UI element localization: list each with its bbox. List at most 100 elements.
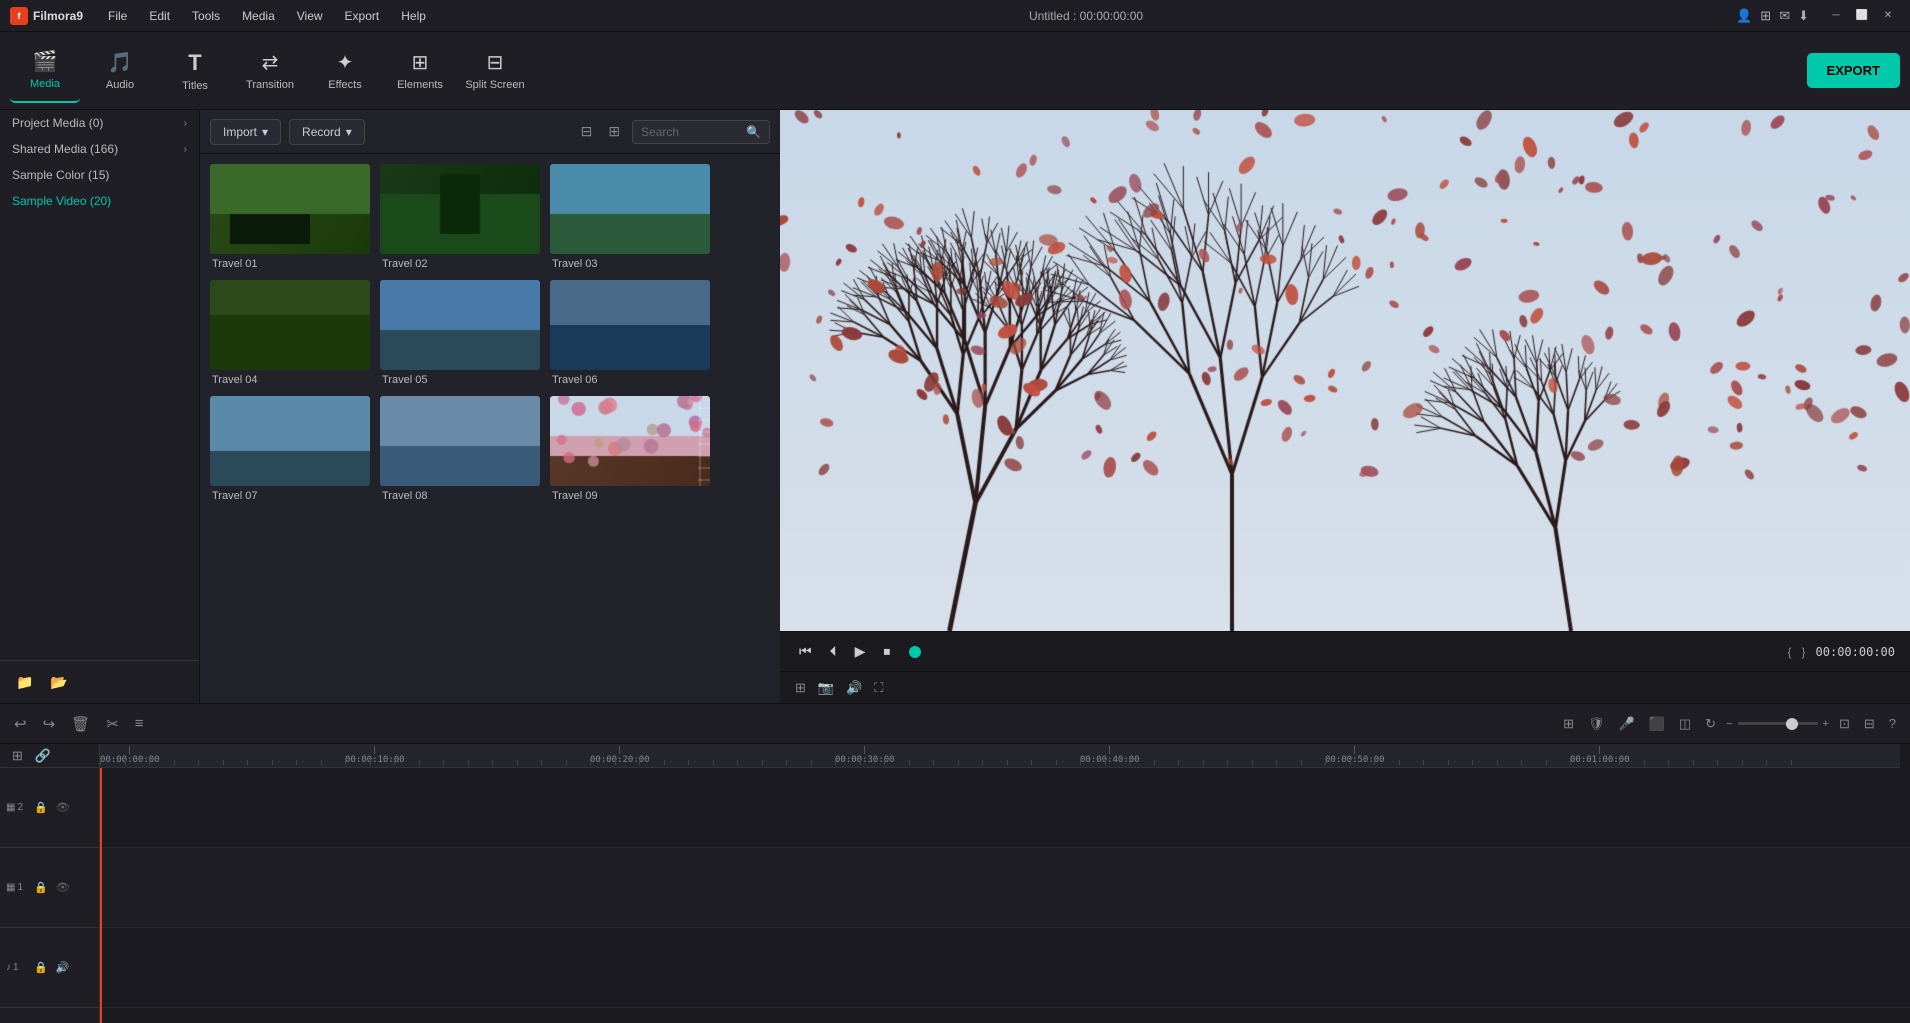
add-track-icon[interactable]: ⊞ — [1559, 712, 1578, 736]
toolbar-media[interactable]: 🎬 Media — [10, 38, 80, 103]
media-label: Media — [30, 78, 60, 90]
track-audio-header: ♪ 1 🔒 🔊 — [0, 928, 99, 1008]
ruler-sub-mark — [125, 760, 126, 765]
menu-export[interactable]: Export — [335, 6, 390, 26]
mic-icon[interactable]: 🎤 — [1615, 712, 1639, 736]
mail-icon[interactable]: ✉ — [1779, 8, 1790, 24]
undo-button[interactable]: ↩ — [10, 711, 31, 737]
media-thumb-item[interactable]: Travel 06 — [550, 280, 710, 386]
download-icon[interactable]: ⬇ — [1798, 8, 1809, 24]
search-icon[interactable]: 🔍 — [746, 125, 761, 139]
media-thumb-item[interactable]: Travel 05 — [380, 280, 540, 386]
track-volume-icon[interactable]: 🔊 — [54, 959, 72, 976]
adjust-button[interactable]: ≡ — [131, 711, 148, 736]
record-button[interactable]: Record ▾ — [289, 119, 365, 145]
track-visible-icon[interactable]: 👁 — [54, 879, 72, 896]
ruler-sub-mark — [1791, 760, 1792, 765]
menu-media[interactable]: Media — [232, 6, 285, 26]
export-button[interactable]: EXPORT — [1807, 53, 1900, 88]
app-logo: f Filmora9 — [10, 7, 83, 25]
ruler-sub-mark — [1105, 760, 1106, 765]
search-input[interactable] — [641, 125, 741, 139]
add-track-button[interactable]: ⊞ — [8, 744, 27, 768]
mark-in-icon[interactable]: { — [1787, 645, 1791, 659]
volume-icon[interactable]: 🔊 — [846, 680, 862, 696]
ruler-sub-mark — [1227, 760, 1228, 765]
media-thumb-item[interactable]: Travel 09 — [550, 396, 710, 502]
media-thumb-item[interactable]: Travel 01 — [210, 164, 370, 270]
media-thumb-item[interactable]: Travel 04 — [210, 280, 370, 386]
ruler-sub-mark — [835, 760, 836, 765]
ruler-sub-mark — [1546, 760, 1547, 765]
toolbar-effects[interactable]: ✦ Effects — [310, 38, 380, 103]
help-icon[interactable]: ? — [1885, 712, 1900, 735]
media-thumb-item[interactable]: Travel 07 — [210, 396, 370, 502]
minimize-button[interactable]: ─ — [1824, 5, 1848, 27]
rewind-button[interactable]: ⏮ — [795, 639, 816, 664]
menu-edit[interactable]: Edit — [139, 6, 180, 26]
add-folder-button[interactable]: 📁 — [12, 669, 38, 695]
menu-view[interactable]: View — [287, 6, 333, 26]
track-visible-icon[interactable]: 👁 — [54, 799, 72, 816]
import-file-button[interactable]: 📂 — [46, 669, 72, 695]
sample-color-item[interactable]: Sample Color (15) — [0, 162, 199, 188]
ruler-sub-mark — [737, 760, 738, 765]
toolbar-elements[interactable]: ⊞ Elements — [385, 38, 455, 103]
pip-icon[interactable]: ⊞ — [795, 680, 806, 696]
maximize-button[interactable]: ⬜ — [1850, 5, 1874, 27]
ruler-sub-mark — [982, 760, 983, 765]
toolbar-audio[interactable]: 🎵 Audio — [85, 38, 155, 103]
grid-view-icon[interactable]: ⊞ — [604, 119, 624, 144]
caption-icon[interactable]: ⬛ — [1645, 712, 1669, 736]
thumb-image — [210, 280, 370, 370]
import-chevron-icon: ▾ — [262, 125, 268, 139]
track-lock-icon[interactable]: 🔒 — [32, 879, 50, 896]
timeline-content: ⊞ 🔗 ▦ 2 🔒 👁 ▦ 1 🔒 👁 — [0, 744, 1910, 1023]
track-lock-icon[interactable]: 🔒 — [32, 959, 50, 976]
thumb-image — [210, 396, 370, 486]
left-panel: Project Media (0) › Shared Media (166) ›… — [0, 110, 200, 703]
stop-button[interactable]: ⏹ — [879, 639, 894, 664]
menu-tools[interactable]: Tools — [182, 6, 230, 26]
shared-media-item[interactable]: Shared Media (166) › — [0, 136, 199, 162]
import-button[interactable]: Import ▾ — [210, 119, 281, 145]
toolbar-titles[interactable]: T Titles — [160, 38, 230, 103]
close-button[interactable]: ✕ — [1876, 5, 1900, 27]
snapshot-icon[interactable]: 📷 — [818, 680, 834, 696]
ruler-sub-mark — [247, 760, 248, 765]
settings-icon[interactable]: ⊞ — [1760, 8, 1771, 24]
media-thumb-item[interactable]: Travel 08 — [380, 396, 540, 502]
menu-file[interactable]: File — [98, 6, 137, 26]
track-audio-icon: ♪ — [6, 962, 11, 973]
toolbar-transition[interactable]: ⇄ Transition — [235, 38, 305, 103]
audio-label: Audio — [106, 79, 134, 91]
filter-icon[interactable]: ⊟ — [577, 119, 597, 144]
redo-button[interactable]: ↪ — [39, 711, 60, 737]
thumb-label: Travel 07 — [210, 490, 370, 502]
mark-out-icon[interactable]: } — [1802, 645, 1806, 659]
split-view-icon[interactable]: ⊟ — [1860, 712, 1879, 736]
sticker-icon[interactable]: ◫ — [1675, 712, 1695, 736]
media-thumb-item[interactable]: Travel 02 — [380, 164, 540, 270]
play-button[interactable]: ▶ — [851, 639, 870, 664]
ruler-sub-mark — [1203, 760, 1204, 765]
menu-help[interactable]: Help — [391, 6, 436, 26]
sample-video-item[interactable]: Sample Video (20) — [0, 188, 199, 214]
step-back-button[interactable]: ⏴ — [826, 639, 841, 664]
toolbar-split-screen[interactable]: ⊟ Split Screen — [460, 38, 530, 103]
timeline-ruler-area: 00:00:00:0000:00:10:0000:00:20:0000:00:3… — [100, 744, 1910, 1023]
project-media-item[interactable]: Project Media (0) › — [0, 110, 199, 136]
fit-timeline-icon[interactable]: ⊡ — [1835, 712, 1854, 736]
zoom-slider[interactable]: − + — [1726, 718, 1829, 730]
shield-icon[interactable]: 🛡 — [1584, 712, 1609, 736]
cut-button[interactable]: ✂ — [102, 711, 123, 737]
delete-button[interactable]: 🗑 — [67, 711, 94, 737]
fullscreen-icon[interactable]: ⛶ — [874, 680, 883, 696]
track-lock-icon[interactable]: 🔒 — [32, 799, 50, 816]
media-thumb-item[interactable]: Travel 03 — [550, 164, 710, 270]
link-button[interactable]: 🔗 — [31, 744, 55, 768]
account-icon[interactable]: 👤 — [1736, 8, 1752, 24]
loop-icon[interactable]: ↻ — [1701, 712, 1720, 736]
ruler-sub-mark — [688, 760, 689, 765]
preview-canvas — [780, 110, 1910, 631]
